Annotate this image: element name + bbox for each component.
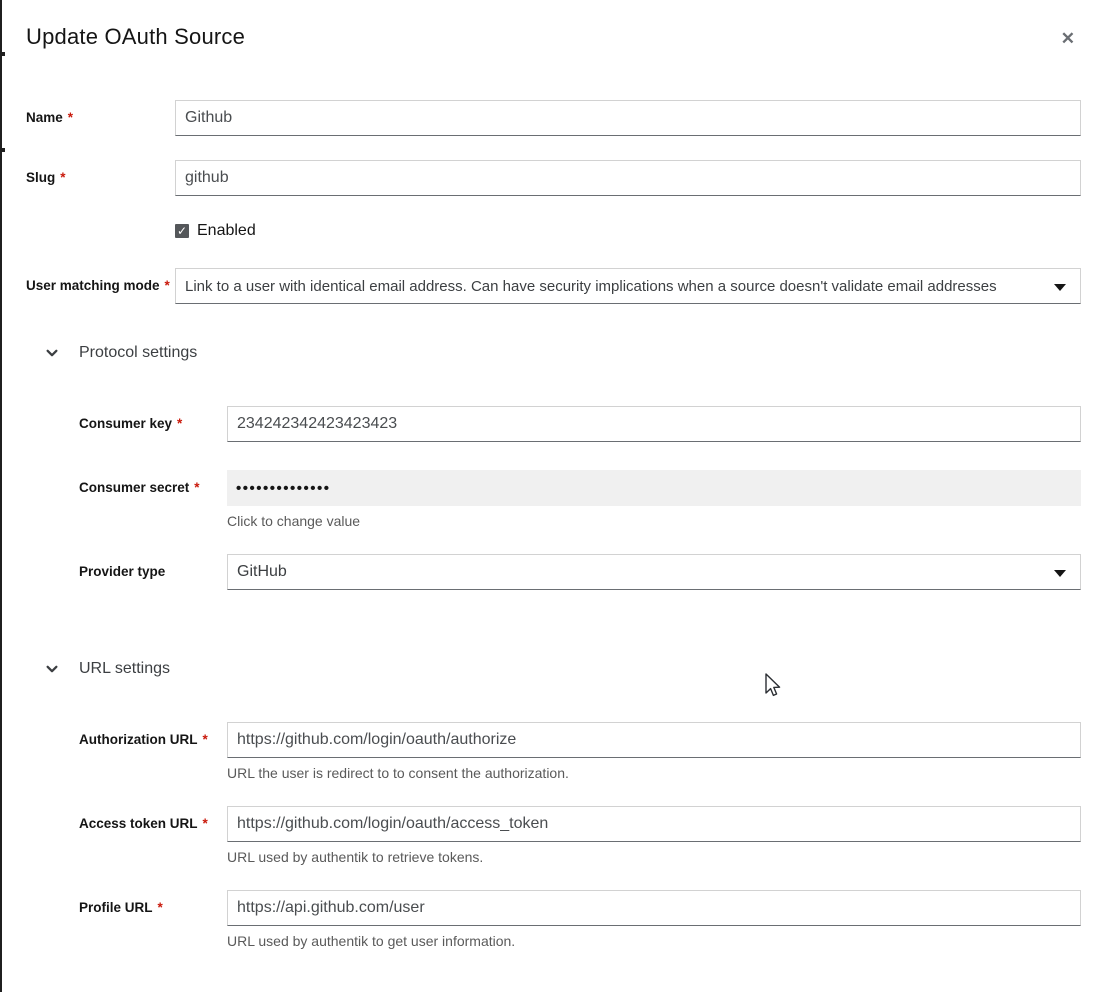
required-asterisk: *: [177, 416, 182, 431]
enabled-checkbox-label[interactable]: Enabled: [197, 222, 256, 240]
enabled-field-row: ✓ Enabled: [26, 222, 1081, 240]
profile-url-row: Profile URL * URL used by authentik to ge…: [79, 890, 1081, 949]
caret-down-icon: [1054, 284, 1066, 291]
authorization-url-input[interactable]: [227, 722, 1081, 758]
slug-input[interactable]: [175, 160, 1081, 196]
authorization-url-helper: URL the user is redirect to to consent t…: [227, 765, 1081, 781]
provider-type-row: Provider type GitHub: [79, 554, 1081, 590]
url-settings-title: URL settings: [79, 660, 170, 678]
page-left-edge-notch: [0, 148, 5, 152]
required-asterisk: *: [203, 816, 208, 831]
access-token-url-label: Access token URL: [79, 816, 198, 831]
profile-url-helper: URL used by authentik to get user inform…: [227, 933, 1081, 949]
required-asterisk: *: [165, 278, 170, 293]
authorization-url-label: Authorization URL: [79, 732, 197, 747]
consumer-key-label: Consumer key: [79, 416, 172, 431]
provider-type-select[interactable]: GitHub: [227, 554, 1081, 590]
protocol-settings-toggle[interactable]: Protocol settings: [45, 344, 1081, 362]
chevron-down-icon: [45, 662, 59, 676]
name-input[interactable]: [175, 100, 1081, 136]
provider-type-value: GitHub: [237, 563, 1046, 581]
modal-header: Update OAuth Source ✕: [26, 24, 1081, 50]
provider-type-label: Provider type: [79, 564, 165, 579]
chevron-down-icon: [45, 346, 59, 360]
page-left-edge-notch: [0, 52, 5, 56]
caret-down-icon: [1054, 570, 1066, 577]
consumer-secret-helper: Click to change value: [227, 513, 1081, 529]
page-title: Update OAuth Source: [26, 24, 245, 50]
consumer-secret-row: Consumer secret * •••••••••••••• Click to…: [79, 470, 1081, 529]
access-token-url-input[interactable]: [227, 806, 1081, 842]
consumer-key-row: Consumer key *: [79, 406, 1081, 442]
user-matching-mode-value: Link to a user with identical email addr…: [185, 278, 1046, 295]
authorization-url-row: Authorization URL * URL the user is redir…: [79, 722, 1081, 781]
access-token-url-row: Access token URL * URL used by authentik …: [79, 806, 1081, 865]
required-asterisk: *: [158, 900, 163, 915]
name-field-row: Name *: [26, 100, 1081, 136]
close-icon[interactable]: ✕: [1061, 30, 1075, 47]
name-label: Name: [26, 110, 63, 125]
consumer-key-input[interactable]: [227, 406, 1081, 442]
oauth-source-form: Name* Slug* ✓ Enabled Use: [26, 100, 1081, 949]
slug-field-row: Slug *: [26, 160, 1081, 196]
consumer-secret-label: Consumer secret: [79, 480, 189, 495]
required-asterisk: *: [60, 170, 65, 185]
user-matching-mode-label: User matching mode: [26, 278, 160, 293]
protocol-settings-body: Consumer key * Consumer secret * •••••••••…: [79, 406, 1081, 590]
profile-url-label: Profile URL: [79, 900, 153, 915]
update-oauth-source-modal: Update OAuth Source ✕ Name * Slug *: [0, 0, 1104, 949]
user-matching-mode-select[interactable]: Link to a user with identical email addr…: [175, 268, 1081, 304]
access-token-url-helper: URL used by authentik to retrieve tokens…: [227, 849, 1081, 865]
required-asterisk: *: [202, 732, 207, 747]
consumer-secret-masked-input[interactable]: ••••••••••••••: [227, 470, 1081, 506]
required-asterisk: *: [68, 110, 73, 125]
enabled-checkbox[interactable]: ✓: [175, 224, 189, 238]
url-settings-toggle[interactable]: URL settings: [45, 660, 1081, 678]
slug-label: Slug: [26, 170, 55, 185]
protocol-settings-title: Protocol settings: [79, 344, 197, 362]
required-asterisk: *: [194, 480, 199, 495]
url-settings-body: Authorization URL * URL the user is redir…: [79, 722, 1081, 949]
user-matching-mode-row: User matching mode * Link to a user with …: [26, 268, 1081, 304]
profile-url-input[interactable]: [227, 890, 1081, 926]
